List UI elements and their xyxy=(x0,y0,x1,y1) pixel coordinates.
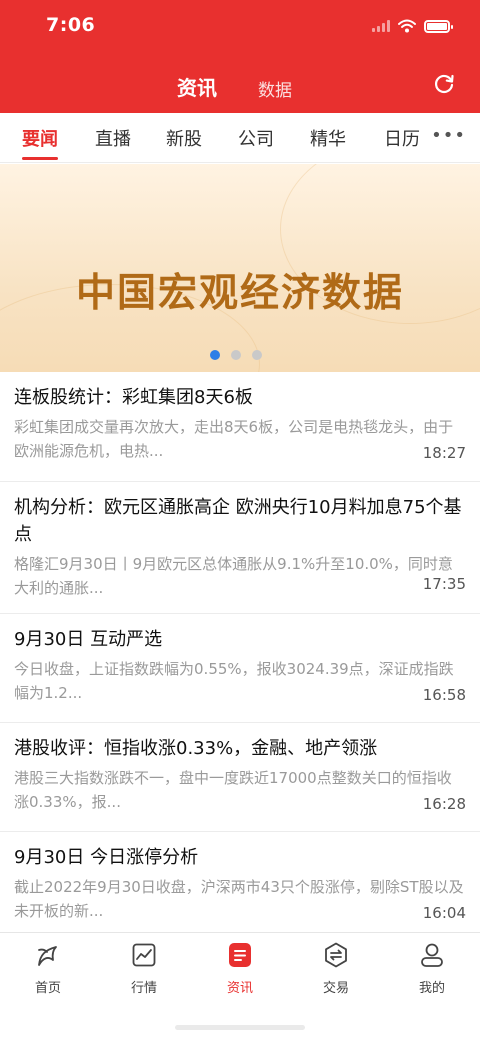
home-indicator xyxy=(175,1025,305,1030)
news-item[interactable]: 9月30日 互动严选 今日收盘，上证指数跌幅为0.55%，报收3024.39点，… xyxy=(0,614,480,723)
news-title: 港股收评：恒指收涨0.33%，金融、地产领涨 xyxy=(14,738,378,759)
news-summary: 彩虹集团成交量再次放大，走出8天6板，公司是电热毯龙头，由于欧洲能源危机，电热.… xyxy=(14,418,454,460)
nav-news-label: 资讯 xyxy=(226,981,253,996)
nav-market-label: 行情 xyxy=(130,981,157,996)
trade-icon xyxy=(325,942,347,968)
market-chart-icon xyxy=(132,943,156,967)
channel-calendar[interactable]: 日历 xyxy=(384,125,420,151)
news-title: 9月30日 互动严选 xyxy=(14,629,163,650)
app-header: 7:06 资讯 数据 xyxy=(0,0,480,113)
news-list: 连板股统计：彩虹集团8天6板 彩虹集团成交量再次放大，走出8天6板，公司是电热毯… xyxy=(0,372,480,932)
bottom-tab-bar: 首页 行情 资讯 交易 我的 xyxy=(0,932,480,1039)
news-summary: 今日收盘，上证指数跌幅为0.55%，报收3024.39点，深证成指跌幅为1.2.… xyxy=(14,660,454,702)
news-summary: 截止2022年9月30日收盘，沪深两市43只个股涨停，剔除ST股以及未开板的新.… xyxy=(14,878,464,920)
channel-live[interactable]: 直播 xyxy=(95,125,131,151)
news-time: 16:28 xyxy=(422,795,466,813)
status-indicators xyxy=(372,17,453,35)
news-item[interactable]: 港股收评：恒指收涨0.33%，金融、地产领涨 港股三大指数涨跌不一，盘中一度跌近… xyxy=(0,723,480,832)
active-channel-indicator xyxy=(22,157,58,160)
cellular-signal-icon xyxy=(372,20,390,32)
news-title: 机构分析：欧元区通胀高企 欧洲央行10月料加息75个基点 xyxy=(14,497,462,545)
nav-trade[interactable]: 交易 xyxy=(301,941,371,1001)
news-icon xyxy=(229,943,251,967)
refresh-icon[interactable] xyxy=(432,72,456,96)
channel-tabs: 要闻 直播 新股 公司 精华 日历 ••• xyxy=(0,113,480,163)
news-title: 9月30日 今日涨停分析 xyxy=(14,847,199,868)
channel-featured[interactable]: 精华 xyxy=(310,125,346,151)
top-tabs: 资讯 数据 xyxy=(0,68,480,104)
news-title: 连板股统计：彩虹集团8天6板 xyxy=(14,387,253,408)
channel-company[interactable]: 公司 xyxy=(238,125,274,151)
carousel-dot[interactable] xyxy=(231,350,241,360)
nav-profile[interactable]: 我的 xyxy=(397,941,467,1001)
news-summary: 格隆汇9月30日丨9月欧元区总体通胀从9.1%升至10.0%，同时意大利的通胀.… xyxy=(14,555,453,597)
channel-headlines[interactable]: 要闻 xyxy=(22,125,58,151)
tab-news[interactable]: 资讯 xyxy=(177,72,217,101)
nav-trade-label: 交易 xyxy=(322,981,349,996)
wifi-icon xyxy=(398,19,416,33)
more-channels-icon[interactable]: ••• xyxy=(431,125,466,146)
status-bar: 7:06 xyxy=(0,0,480,50)
news-time: 17:35 xyxy=(422,575,466,593)
banner-title: 中国宏观经济数据 xyxy=(75,270,404,316)
profile-icon xyxy=(421,943,443,967)
news-summary: 港股三大指数涨跌不一，盘中一度跌近17000点整数关口的恒指收涨0.33%，报.… xyxy=(14,769,452,811)
nav-profile-label: 我的 xyxy=(418,981,445,996)
carousel-pagination xyxy=(210,350,262,360)
nav-market[interactable]: 行情 xyxy=(109,941,179,1001)
home-icon xyxy=(38,946,57,966)
banner-carousel[interactable]: 中国宏观经济数据 xyxy=(0,164,480,372)
news-item[interactable]: 9月30日 今日涨停分析 截止2022年9月30日收盘，沪深两市43只个股涨停，… xyxy=(0,832,480,932)
carousel-dot-active[interactable] xyxy=(210,350,220,360)
channel-ipo[interactable]: 新股 xyxy=(166,125,202,151)
news-item[interactable]: 机构分析：欧元区通胀高企 欧洲央行10月料加息75个基点 格隆汇9月30日丨9月… xyxy=(0,482,480,614)
news-time: 18:27 xyxy=(422,444,466,462)
battery-icon xyxy=(424,19,453,33)
nav-home-label: 首页 xyxy=(34,981,61,996)
nav-home[interactable]: 首页 xyxy=(13,941,83,1001)
carousel-dot[interactable] xyxy=(252,350,262,360)
status-time: 7:06 xyxy=(46,14,96,36)
tab-data[interactable]: 数据 xyxy=(258,76,292,101)
news-time: 16:58 xyxy=(422,686,466,704)
nav-news[interactable]: 资讯 xyxy=(205,941,275,1001)
news-item[interactable]: 连板股统计：彩虹集团8天6板 彩虹集团成交量再次放大，走出8天6板，公司是电热毯… xyxy=(0,372,480,482)
news-time: 16:04 xyxy=(422,904,466,922)
